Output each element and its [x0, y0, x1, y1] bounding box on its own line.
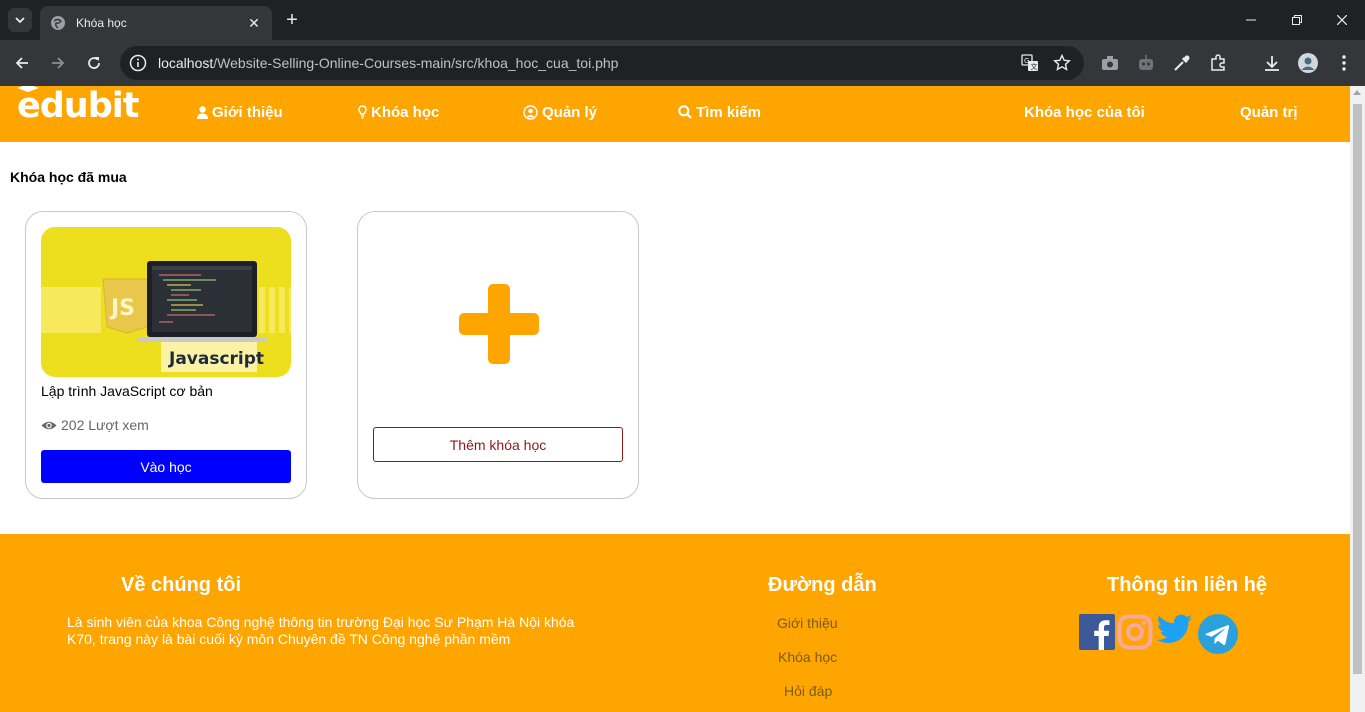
eye-icon [41, 421, 57, 429]
site-footer: Về chúng tôi Là sinh viên của khoa Công … [0, 534, 1350, 712]
minimize-button[interactable] [1228, 0, 1274, 40]
back-button[interactable] [10, 51, 34, 75]
browser-tab-active[interactable]: Khóa học ✕ [40, 6, 272, 40]
course-card: JS Javascript Lập trình JavaScript cơ bả… [25, 211, 307, 499]
nav-my-courses[interactable]: Khóa học của tôi [1024, 102, 1145, 122]
facebook-icon[interactable] [1079, 614, 1115, 650]
nav-about[interactable]: Giới thiệu [197, 102, 283, 122]
close-window-button[interactable] [1319, 0, 1365, 40]
forward-button[interactable] [46, 51, 70, 75]
restore-icon [1292, 15, 1302, 25]
address-bar[interactable]: localhost/Website-Selling-Online-Courses… [120, 46, 1084, 80]
nav-courses[interactable]: Khóa học [358, 102, 439, 122]
view-count-text: 202 Lượt xem [61, 417, 149, 433]
restore-button[interactable] [1274, 0, 1320, 40]
camera-icon[interactable] [1100, 53, 1120, 73]
course-title: Lập trình JavaScript cơ bản [41, 383, 213, 399]
search-icon [678, 105, 692, 119]
close-tab-icon[interactable]: ✕ [246, 15, 262, 32]
scroll-up-arrow[interactable] [1353, 90, 1361, 95]
arrow-right-icon [52, 57, 65, 69]
view-count: 202 Lượt xem [41, 417, 149, 433]
footer-contact-title: Thông tin liên hệ [1107, 574, 1267, 596]
nav-admin[interactable]: Quản trị [1240, 102, 1298, 122]
nav-manage-label: Quản lý [542, 103, 598, 121]
url-path: /Website-Selling-Online-Courses-main/src… [213, 55, 619, 71]
telegram-icon[interactable] [1198, 614, 1238, 654]
eyedropper-icon[interactable] [1172, 53, 1192, 73]
footer-links-title: Đường dẫn [768, 574, 877, 596]
nav-search[interactable]: Tìm kiếm [678, 102, 761, 122]
footer-about-text: Là sinh viên của khoa Công nghệ thông ti… [67, 614, 575, 647]
footer-about-title: Về chúng tôi [121, 574, 241, 596]
extensions-icon[interactable] [1208, 53, 1228, 73]
profile-avatar[interactable] [1298, 53, 1318, 73]
edubit-logo[interactable]: edubit [16, 86, 151, 126]
instagram-icon[interactable] [1117, 614, 1153, 650]
logo-text: edubit [17, 86, 139, 124]
url-host: localhost [158, 55, 214, 71]
footer-link-courses[interactable]: Khóa học [778, 649, 837, 665]
more-menu-icon[interactable] [1334, 53, 1354, 73]
svg-text:文: 文 [1031, 62, 1038, 71]
minimize-icon [1246, 19, 1256, 21]
add-course-button[interactable]: Thêm khóa học [373, 427, 623, 462]
user-circle-icon [523, 104, 538, 120]
star-icon[interactable] [1052, 53, 1072, 73]
nav-manage[interactable]: Quản lý [523, 102, 597, 122]
nav-admin-label: Quản trị [1240, 103, 1298, 121]
chevron-down-icon [15, 17, 25, 24]
page-scrollbar[interactable] [1350, 86, 1365, 712]
footer-link-faq[interactable]: Hỏi đáp [784, 683, 832, 699]
arrow-left-icon [15, 57, 28, 69]
course-thumbnail[interactable]: JS Javascript [41, 227, 291, 377]
thumb-caption: Javascript [168, 349, 264, 369]
globe-icon [51, 16, 65, 30]
close-icon [1337, 15, 1347, 25]
scrollbar-thumb[interactable] [1353, 104, 1362, 674]
page-title: Khóa học đã mua [10, 169, 127, 185]
add-course-card: Thêm khóa học [357, 211, 639, 499]
reload-icon [88, 57, 100, 69]
new-tab-button[interactable]: + [282, 10, 302, 30]
url-text[interactable]: localhost/Website-Selling-Online-Courses… [158, 55, 1020, 71]
js-badge-text: JS [109, 296, 135, 321]
download-icon[interactable] [1262, 53, 1282, 73]
robot-extension-icon[interactable] [1136, 53, 1156, 73]
lightbulb-icon [358, 105, 367, 119]
nav-courses-label: Khóa học [371, 103, 440, 121]
nav-my-courses-label: Khóa học của tôi [1024, 103, 1145, 121]
site-info-icon[interactable] [129, 54, 147, 72]
browser-tab-strip: Khóa học ✕ + [0, 0, 1365, 40]
tab-search-button[interactable] [8, 8, 32, 32]
nav-about-label: Giới thiệu [212, 103, 283, 121]
footer-link-about[interactable]: Giới thiệu [777, 615, 838, 631]
svg-text:G: G [1024, 57, 1029, 65]
reload-button[interactable] [82, 51, 106, 75]
translate-icon[interactable]: G文 [1020, 53, 1040, 73]
user-icon [197, 105, 208, 119]
twitter-icon[interactable] [1157, 614, 1193, 646]
tab-title: Khóa học [76, 16, 127, 30]
browser-toolbar: localhost/Website-Selling-Online-Courses… [0, 40, 1365, 86]
site-header: edubit Giới thiệu Khóa học Quản lý Tìm k… [0, 86, 1350, 142]
plus-icon[interactable] [459, 284, 539, 364]
page-viewport: edubit Giới thiệu Khóa học Quản lý Tìm k… [0, 86, 1350, 712]
enter-course-button[interactable]: Vào học [41, 450, 291, 483]
nav-search-label: Tìm kiếm [696, 103, 762, 121]
